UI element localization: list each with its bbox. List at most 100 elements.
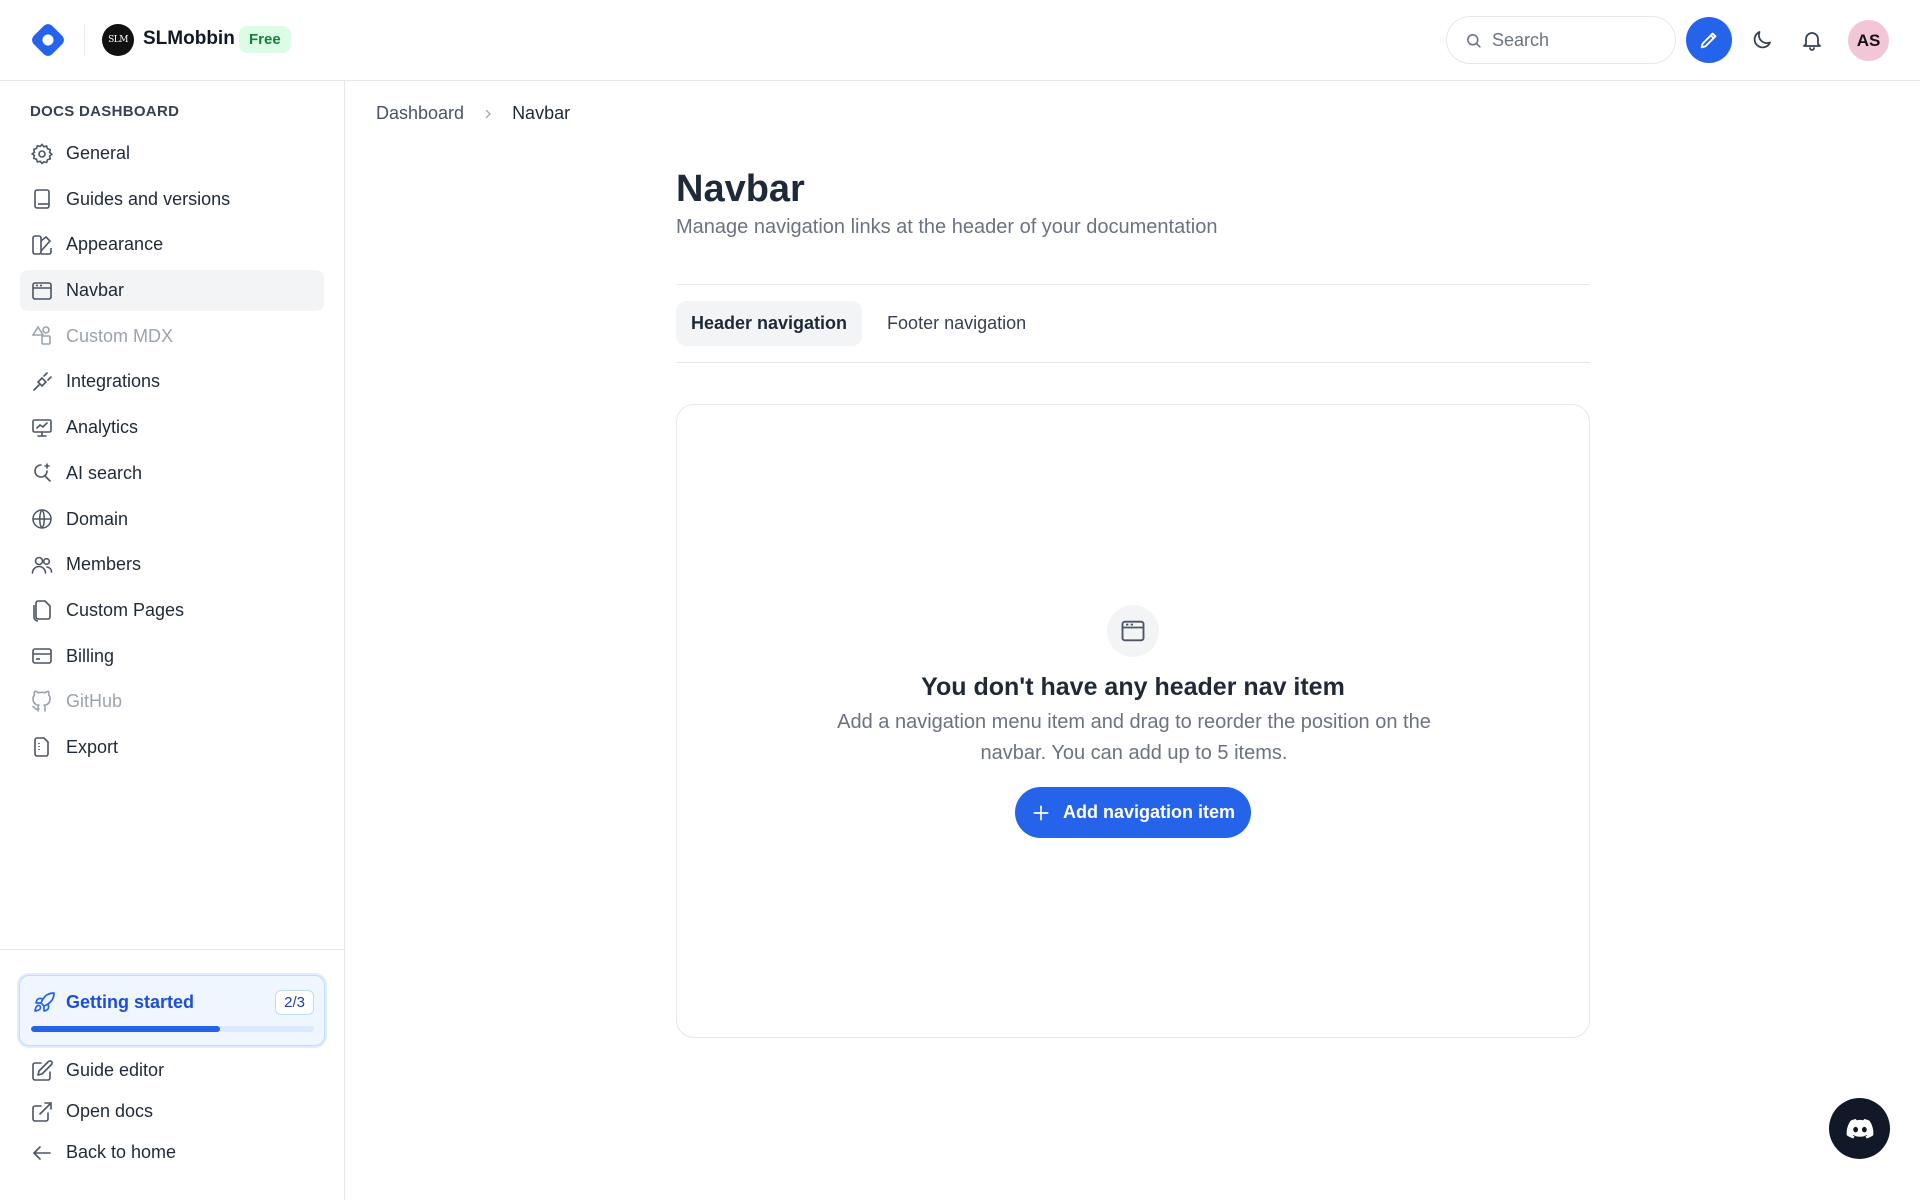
- sidebar: DOCS DASHBOARD General Guides and versio…: [0, 81, 345, 1200]
- breadcrumb-current: Navbar: [512, 103, 571, 123]
- title-divider: [676, 284, 1590, 285]
- bottom-link-label: Open docs: [66, 1101, 154, 1121]
- sidebar-item-export[interactable]: Export: [20, 727, 324, 768]
- github-icon: [32, 690, 51, 712]
- search-icon: [1467, 33, 1481, 48]
- sidebar-item-label: AI search: [66, 462, 143, 483]
- external-link-icon: [32, 1101, 52, 1122]
- notifications-button[interactable]: [1796, 24, 1828, 56]
- org-name[interactable]: SLMobbin: [143, 28, 235, 50]
- sidebar-item-label: Domain: [66, 508, 129, 529]
- sidebar-item-domain[interactable]: Domain: [20, 499, 324, 540]
- tabs-divider: [676, 362, 1590, 363]
- shapes-icon: [31, 325, 51, 346]
- palette-icon: [32, 235, 52, 255]
- sidebar-item-integrations[interactable]: Integrations: [20, 361, 324, 402]
- org-avatar[interactable]: SLM: [102, 24, 134, 56]
- sidebar-divider: [0, 949, 345, 950]
- pages-icon: [33, 600, 51, 623]
- add-navigation-item-label: Add navigation item: [1062, 802, 1235, 822]
- discord-icon: [1846, 1118, 1873, 1138]
- dark-mode-toggle[interactable]: [1746, 24, 1778, 56]
- getting-started-progress-fill: [31, 1026, 220, 1032]
- sidebar-item-navbar[interactable]: Navbar: [20, 270, 324, 312]
- getting-started-count: 2/3: [275, 990, 314, 1015]
- bell-icon: [1803, 32, 1821, 51]
- sidebar-bottom-links: Guide editor Open docs Back to home: [20, 1050, 324, 1173]
- sidebar-item-label: Navbar: [66, 280, 125, 301]
- sidebar-item-label: Custom MDX: [66, 325, 174, 346]
- sidebar-nav: General Guides and versions Appearance N…: [20, 133, 324, 773]
- org-initials: SLM: [108, 35, 128, 45]
- sidebar-item-custom-pages[interactable]: Custom Pages: [20, 590, 324, 631]
- getting-started-card[interactable]: Getting started 2/3: [19, 975, 325, 1046]
- browser-window-icon: [1121, 620, 1145, 642]
- guide-editor-link[interactable]: Guide editor: [20, 1050, 324, 1091]
- header-divider: [84, 24, 85, 56]
- empty-state-card: You don't have any header nav item Add a…: [676, 404, 1590, 1038]
- sidebar-item-appearance[interactable]: Appearance: [20, 224, 324, 265]
- gear-icon: [30, 142, 54, 165]
- tab-header-navigation[interactable]: Header navigation: [676, 301, 863, 346]
- user-avatar[interactable]: AS: [1848, 20, 1889, 61]
- plan-badge: Free: [239, 26, 291, 53]
- back-to-home-link[interactable]: Back to home: [20, 1132, 324, 1173]
- breadcrumb: Dashboard Navbar: [376, 103, 570, 124]
- plus-icon: [1033, 805, 1049, 820]
- sidebar-item-label: GitHub: [66, 691, 123, 712]
- sidebar-item-custom-mdx[interactable]: Custom MDX: [20, 316, 324, 357]
- edit-button[interactable]: [1686, 17, 1732, 63]
- bottom-link-label: Back to home: [66, 1142, 177, 1162]
- rocket-icon: [34, 992, 55, 1012]
- sidebar-item-analytics[interactable]: Analytics: [20, 407, 324, 448]
- sidebar-item-label: General: [66, 143, 131, 163]
- sidebar-heading: DOCS DASHBOARD: [30, 103, 180, 120]
- sidebar-item-label: Custom Pages: [66, 599, 185, 620]
- sidebar-item-members[interactable]: Members: [20, 544, 324, 585]
- page-title: Navbar: [676, 168, 805, 210]
- open-docs-link[interactable]: Open docs: [20, 1091, 324, 1132]
- pencil-icon: [1700, 32, 1717, 49]
- add-navigation-item-button[interactable]: Add navigation item: [1015, 787, 1251, 838]
- search-input[interactable]: Search: [1446, 16, 1676, 64]
- credit-card-icon: [32, 648, 52, 664]
- search-placeholder: Search: [1492, 29, 1550, 50]
- sidebar-item-ai-search[interactable]: AI search: [20, 453, 324, 494]
- sidebar-item-general[interactable]: General: [20, 133, 324, 174]
- sidebar-item-label: Guides and versions: [66, 188, 231, 209]
- empty-state-icon-wrapper: [1107, 605, 1159, 657]
- sidebar-item-label: Billing: [66, 645, 115, 666]
- page-subtitle: Manage navigation links at the header of…: [676, 216, 1218, 238]
- sidebar-item-github[interactable]: GitHub: [20, 681, 324, 722]
- arrow-left-icon: [33, 1145, 51, 1160]
- sidebar-item-label: Appearance: [66, 234, 164, 255]
- bottom-link-label: Guide editor: [66, 1060, 165, 1080]
- sidebar-item-label: Export: [66, 736, 119, 757]
- user-initials: AS: [1856, 30, 1881, 50]
- users-icon: [31, 556, 53, 574]
- sidebar-item-label: Members: [66, 554, 142, 575]
- sidebar-item-guides-and-versions[interactable]: Guides and versions: [20, 179, 324, 220]
- sparkle-search-icon: [34, 463, 51, 483]
- app-logo-icon[interactable]: [29, 21, 67, 59]
- file-export-icon: [34, 737, 49, 758]
- moon-icon: [1753, 31, 1771, 49]
- sidebar-item-label: Analytics: [66, 417, 139, 438]
- chevron-right-icon: [485, 109, 491, 118]
- browser-window-icon: [32, 281, 52, 300]
- nav-tabs: Header navigation Footer navigation: [676, 301, 1041, 346]
- book-icon: [34, 189, 50, 209]
- breadcrumb-root[interactable]: Dashboard: [376, 103, 464, 124]
- tab-footer-navigation[interactable]: Footer navigation: [872, 301, 1041, 346]
- getting-started-label: Getting started: [66, 992, 195, 1012]
- sidebar-item-label: Integrations: [66, 371, 161, 392]
- edit-square-icon: [32, 1059, 53, 1081]
- sidebar-item-billing[interactable]: Billing: [20, 636, 324, 677]
- monitor-chart-icon: [32, 418, 52, 437]
- empty-state-description: Add a navigation menu item and drag to r…: [837, 711, 1431, 764]
- globe-www-icon: [32, 509, 52, 529]
- empty-state-title: You don't have any header nav item: [921, 673, 1345, 701]
- plug-icon: [33, 372, 52, 391]
- getting-started-progress: [31, 1026, 314, 1032]
- discord-button[interactable]: [1829, 1098, 1890, 1159]
